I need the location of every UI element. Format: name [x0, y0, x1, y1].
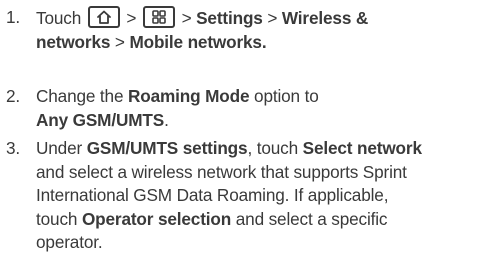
step-text-line2: and select a wireless network that suppo… [36, 161, 407, 182]
separator: > [267, 8, 278, 28]
step-text-under: Under [36, 138, 83, 158]
menu-key-icon [142, 6, 175, 28]
step-text-line4: and select a specific [235, 208, 388, 229]
step-text-touch: Touch [36, 8, 82, 28]
step-number: 1. [6, 7, 21, 27]
step-text-option: option to [254, 86, 319, 106]
step-number: 2. [6, 86, 21, 106]
step-text-change: Change the [36, 86, 124, 106]
step-text-touch: , touch [247, 138, 298, 158]
settings-label: Settings [196, 8, 263, 28]
step-text: Change the Roaming Mode option to Any GS… [36, 85, 476, 132]
home-key-icon [87, 6, 120, 28]
roaming-mode-label: Roaming Mode [128, 86, 250, 106]
wireless-label-line2: networks [36, 31, 111, 52]
gsm-umts-settings-label: GSM/UMTS settings [86, 138, 248, 158]
step-text-touch2: touch [36, 208, 78, 229]
separator: > [181, 8, 192, 28]
step-text: Under GSM/UMTS settings, touch Select ne… [36, 137, 476, 255]
any-gsm-umts-label: Any GSM/UMTS [36, 109, 165, 130]
step-number: 3. [6, 138, 21, 158]
mobile-networks-label: Mobile networks. [129, 31, 267, 52]
select-network-label: Select network [302, 138, 422, 158]
separator: > [126, 8, 137, 28]
wireless-label-line1: Wireless & [281, 8, 369, 28]
step-text: Touch > > Settings > Wireless & networks [36, 6, 476, 54]
step-text-line3: International GSM Data Roaming. If appli… [36, 185, 389, 205]
period: . [164, 109, 169, 130]
step-text-line5: operator. [36, 232, 103, 252]
operator-selection-label: Operator selection [81, 208, 232, 229]
separator: > [114, 31, 125, 52]
